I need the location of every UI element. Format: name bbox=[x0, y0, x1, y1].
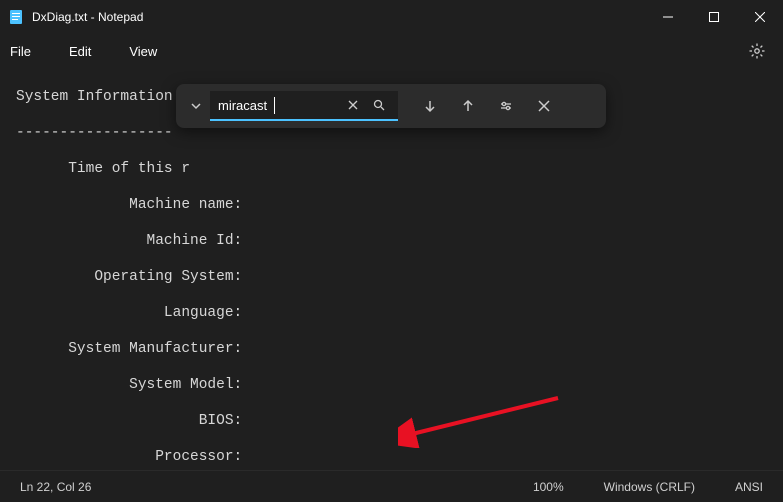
minimize-button[interactable] bbox=[645, 0, 691, 34]
close-icon bbox=[538, 100, 550, 112]
arrow-down-icon bbox=[423, 99, 437, 113]
text-line: Machine name: bbox=[16, 196, 783, 214]
text-line: Time of this r bbox=[16, 160, 783, 178]
menu-file[interactable]: File bbox=[10, 44, 31, 59]
find-bar bbox=[176, 84, 606, 128]
text-line: Machine Id: bbox=[16, 232, 783, 250]
window-title: DxDiag.txt - Notepad bbox=[32, 10, 143, 24]
search-icon bbox=[373, 99, 385, 111]
find-options-button[interactable] bbox=[488, 91, 524, 121]
find-next-button[interactable] bbox=[412, 91, 448, 121]
find-input-wrap bbox=[210, 91, 398, 121]
find-input[interactable] bbox=[210, 98, 340, 113]
text-line: Language: bbox=[16, 304, 783, 322]
find-execute-button[interactable] bbox=[366, 90, 392, 120]
text-line: Processor: bbox=[16, 448, 783, 466]
maximize-button[interactable] bbox=[691, 0, 737, 34]
gear-icon bbox=[749, 43, 765, 59]
close-button[interactable] bbox=[737, 0, 783, 34]
text-caret bbox=[274, 97, 275, 114]
text-line: System Model: bbox=[16, 376, 783, 394]
menubar: File Edit View bbox=[0, 34, 783, 68]
text-editor[interactable]: System Information ------------------ Ti… bbox=[0, 70, 783, 470]
notepad-icon bbox=[8, 9, 24, 25]
status-zoom[interactable]: 100% bbox=[533, 480, 564, 494]
text-line: Operating System: bbox=[16, 268, 783, 286]
titlebar: DxDiag.txt - Notepad bbox=[0, 0, 783, 34]
statusbar: Ln 22, Col 26 100% Windows (CRLF) ANSI bbox=[0, 470, 783, 502]
menu-view[interactable]: View bbox=[129, 44, 157, 59]
close-icon bbox=[348, 100, 358, 110]
sliders-icon bbox=[499, 99, 513, 113]
text-line: BIOS: bbox=[16, 412, 783, 430]
chevron-down-icon bbox=[190, 100, 202, 112]
status-position: Ln 22, Col 26 bbox=[20, 480, 91, 494]
settings-button[interactable] bbox=[737, 34, 777, 68]
find-expand-button[interactable] bbox=[184, 92, 208, 120]
find-clear-button[interactable] bbox=[340, 90, 366, 120]
find-close-button[interactable] bbox=[526, 91, 562, 121]
menu-edit[interactable]: Edit bbox=[69, 44, 91, 59]
text-line: System Manufacturer: bbox=[16, 340, 783, 358]
find-prev-button[interactable] bbox=[450, 91, 486, 121]
arrow-up-icon bbox=[461, 99, 475, 113]
status-encoding[interactable]: ANSI bbox=[735, 480, 763, 494]
status-line-ending[interactable]: Windows (CRLF) bbox=[604, 480, 695, 494]
window-controls bbox=[645, 0, 783, 34]
